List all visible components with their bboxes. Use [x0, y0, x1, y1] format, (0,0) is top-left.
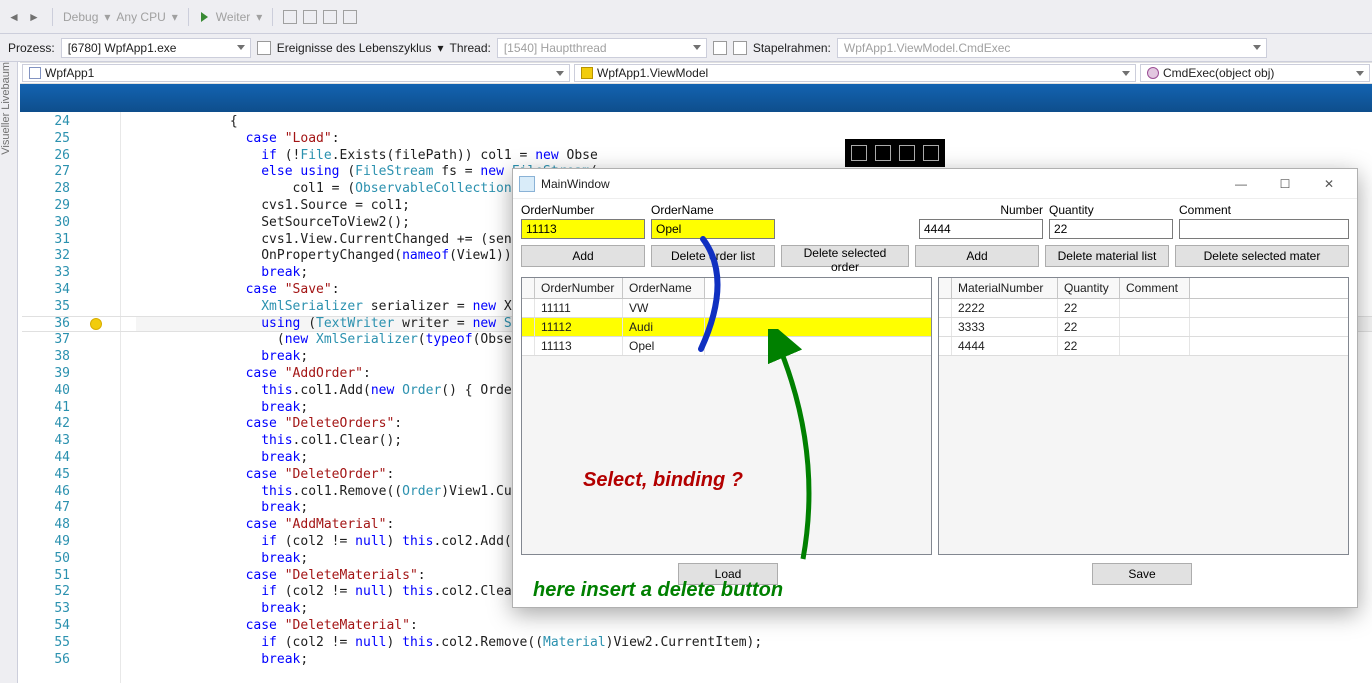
debug-icon[interactable]: [713, 41, 727, 55]
order-number-label: OrderNumber: [521, 203, 645, 217]
line-numbers: 2425262728293031323334353637383940414243…: [20, 112, 78, 683]
quantity-label: Quantity: [1049, 203, 1173, 217]
app-icon: [519, 176, 535, 192]
debug-icon[interactable]: [733, 41, 747, 55]
order-name-input[interactable]: [651, 219, 775, 239]
vs-main-toolbar: ◄ ► Debug ▾ Any CPU ▾ Weiter ▾: [0, 0, 1372, 34]
stackframe-combo[interactable]: WpfApp1.ViewModel.CmdExec: [837, 38, 1267, 58]
orders-grid[interactable]: OrderNumberOrderName11111VW11112Audi1111…: [521, 277, 932, 555]
config-debug[interactable]: Debug: [63, 10, 98, 24]
table-row[interactable]: 11113Opel: [522, 337, 931, 356]
prozess-label: Prozess:: [8, 41, 55, 55]
wpf-titlebar[interactable]: MainWindow — ☐ ✕: [513, 169, 1357, 199]
history-fwd-icon[interactable]: ►: [28, 10, 42, 24]
process-combo[interactable]: [6780] WpfApp1.exe: [61, 38, 251, 58]
method-icon: [1147, 67, 1159, 79]
sidebar-tab[interactable]: Visueller Livebaum: [0, 62, 18, 683]
toolbar-icon[interactable]: [343, 10, 357, 24]
toolbar-icon[interactable]: [303, 10, 317, 24]
live-tree-icon[interactable]: [851, 145, 867, 161]
order-name-label: OrderName: [651, 203, 775, 217]
materials-grid[interactable]: MaterialNumberQuantityComment22222233332…: [938, 277, 1349, 555]
lifecycle-icon[interactable]: [257, 41, 271, 55]
indicator-margin: [78, 112, 120, 683]
thread-combo[interactable]: [1540] Hauptthread: [497, 38, 707, 58]
column-header[interactable]: MaterialNumber: [952, 278, 1058, 298]
toolbar-icon[interactable]: [323, 10, 337, 24]
nav-breadcrumb-bar: WpfApp1 WpfApp1.ViewModel CmdExec(object…: [20, 62, 1372, 84]
delete-order-list-button[interactable]: Delete order list: [651, 245, 775, 267]
close-button[interactable]: ✕: [1307, 170, 1351, 198]
column-header[interactable]: Quantity: [1058, 278, 1120, 298]
column-header[interactable]: OrderName: [623, 278, 705, 298]
order-number-input[interactable]: [521, 219, 645, 239]
annotation-red: Select, binding ?: [583, 469, 743, 492]
continue-play-icon[interactable]: [201, 12, 208, 22]
csharp-icon: [29, 67, 41, 79]
track-focus-icon[interactable]: [923, 145, 939, 161]
stack-label: Stapelrahmen:: [753, 41, 831, 55]
xaml-debug-overlay[interactable]: [845, 139, 945, 167]
class-icon: [581, 67, 593, 79]
annotation-green: here insert a delete button: [533, 579, 783, 602]
comment-input[interactable]: [1179, 219, 1349, 239]
vs-debug-toolbar: Prozess: [6780] WpfApp1.exe Ereignisse d…: [0, 34, 1372, 62]
comment-label: Comment: [1179, 203, 1349, 217]
column-header[interactable]: Comment: [1120, 278, 1190, 298]
layout-adorners-icon[interactable]: [899, 145, 915, 161]
breadcrumb-project[interactable]: WpfApp1: [22, 64, 570, 82]
continue-label[interactable]: Weiter: [216, 10, 250, 24]
config-platform[interactable]: Any CPU: [116, 10, 165, 24]
delete-selected-material-button[interactable]: Delete selected mater: [1175, 245, 1349, 267]
thread-label: Thread:: [449, 41, 490, 55]
delete-selected-order-button[interactable]: Delete selected order: [781, 245, 909, 267]
blue-title-strip: [20, 84, 1372, 112]
outline-margin: [120, 112, 134, 683]
wpf-main-window[interactable]: MainWindow — ☐ ✕ OrderNumber OrderName N…: [512, 168, 1358, 608]
history-back-icon[interactable]: ◄: [8, 10, 22, 24]
minimize-button[interactable]: —: [1219, 170, 1263, 198]
save-button[interactable]: Save: [1092, 563, 1192, 585]
window-title: MainWindow: [541, 177, 610, 191]
material-number-label-tail: Number: [919, 203, 1043, 217]
add-order-button[interactable]: Add: [521, 245, 645, 267]
breadcrumb-method[interactable]: CmdExec(object obj): [1140, 64, 1370, 82]
material-number-input[interactable]: [919, 219, 1043, 239]
table-row[interactable]: 333322: [939, 318, 1348, 337]
lightbulb-icon[interactable]: [90, 318, 102, 330]
delete-material-list-button[interactable]: Delete material list: [1045, 245, 1169, 267]
select-element-icon[interactable]: [875, 145, 891, 161]
table-row[interactable]: 11111VW: [522, 299, 931, 318]
table-row[interactable]: 222222: [939, 299, 1348, 318]
table-row[interactable]: 11112Audi: [522, 318, 931, 337]
lifecycle-label[interactable]: Ereignisse des Lebenszyklus: [277, 41, 432, 55]
breadcrumb-class[interactable]: WpfApp1.ViewModel: [574, 64, 1136, 82]
maximize-button[interactable]: ☐: [1263, 170, 1307, 198]
column-header[interactable]: OrderNumber: [535, 278, 623, 298]
toolbar-icon[interactable]: [283, 10, 297, 24]
add-material-button[interactable]: Add: [915, 245, 1039, 267]
quantity-input[interactable]: [1049, 219, 1173, 239]
table-row[interactable]: 444422: [939, 337, 1348, 356]
